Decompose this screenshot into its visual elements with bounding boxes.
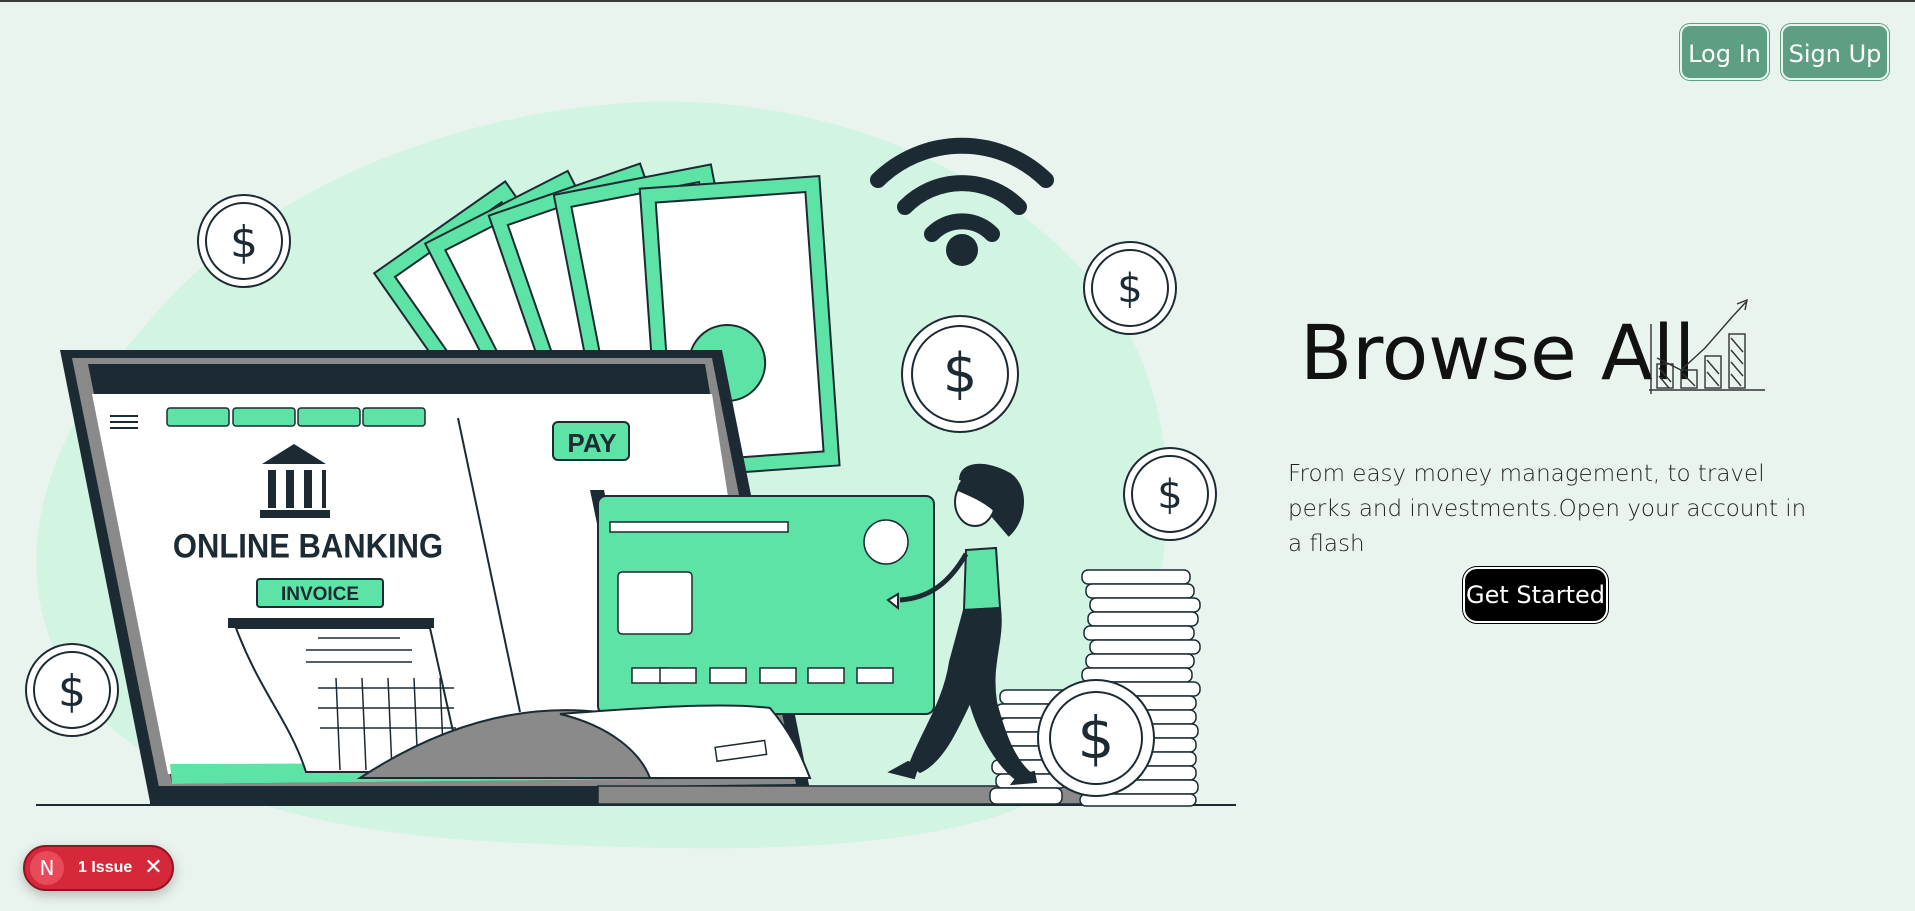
login-button[interactable]: Log In	[1680, 24, 1769, 80]
get-started-button[interactable]: Get Started	[1463, 567, 1608, 623]
svg-text:$: $	[230, 217, 258, 268]
avatar: N	[30, 851, 64, 885]
svg-text:$: $	[1157, 472, 1182, 518]
hero-illustration: $ $ $ $ $ ONLINE BANKING INVOICE PAY $	[25, 101, 1236, 849]
dollar-coin-icon: $	[1123, 447, 1217, 541]
dollar-coin-icon: $	[901, 315, 1019, 433]
svg-text:$: $	[943, 342, 977, 405]
dollar-coin-icon: $	[197, 194, 291, 288]
svg-text:$: $	[1117, 266, 1142, 312]
invoice-label: INVOICE	[281, 584, 359, 605]
close-icon[interactable]: ✕	[144, 857, 162, 879]
svg-text:$: $	[58, 666, 86, 717]
hero-title: Browse All	[1300, 308, 1696, 397]
online-banking-heading: ONLINE BANKING	[173, 527, 443, 565]
svg-text:$: $	[1078, 704, 1115, 772]
issue-count-label: 1 Issue	[78, 859, 133, 876]
dollar-coin-icon: $	[1037, 679, 1155, 797]
hero-subtitle: From easy money management, to travel pe…	[1288, 461, 1807, 557]
pay-label: PAY	[567, 428, 616, 458]
growth-chart-icon	[1649, 298, 1765, 394]
signup-button[interactable]: Sign Up	[1781, 24, 1889, 80]
dollar-coin-icon: $	[1083, 241, 1177, 335]
issue-badge[interactable]: N 1 Issue ✕	[23, 845, 174, 891]
credit-card	[590, 490, 935, 715]
dollar-coin-icon: $	[25, 643, 119, 737]
